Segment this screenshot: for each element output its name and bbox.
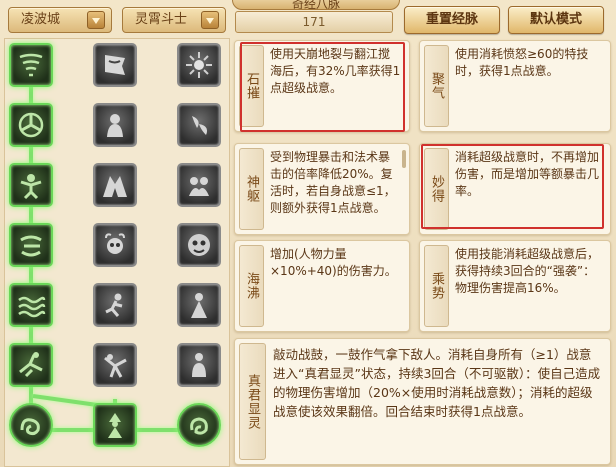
card-name: 妙得 xyxy=(424,148,449,230)
skull-icon[interactable] xyxy=(93,223,137,267)
card-desc: 使用消耗愤怒≥60的特技时，获得1点战意。 xyxy=(455,47,589,78)
tornado-icon[interactable] xyxy=(9,43,53,87)
flame-drops-icon[interactable] xyxy=(177,103,221,147)
card-haifei[interactable]: 海沸 增加(人物力量×10%+40)的伤害力。 xyxy=(234,240,410,332)
card-desc: 受到物理暴击和法术暴击的倍率降低20%。复活时，若自身战意≤1，则额外获得1点战… xyxy=(270,150,396,215)
dragon-icon[interactable] xyxy=(9,403,53,447)
default-mode-button[interactable]: 默认模式 xyxy=(508,6,604,34)
center-title: 奇经八脉 xyxy=(291,0,340,10)
points-value: 171 xyxy=(302,15,326,29)
warrior-icon[interactable] xyxy=(9,163,53,207)
fallen-warrior-icon[interactable] xyxy=(9,343,53,387)
card-name: 海沸 xyxy=(239,245,264,327)
faction-dropdown-value: 凌波城 xyxy=(21,12,61,27)
points-display: 171 xyxy=(235,11,393,33)
top-bar: 凌波城 灵霄斗士 奇经八脉 171 重置经脉 默认模式 xyxy=(0,0,616,38)
card-desc: 消耗超级战意时，不再增加伤害，而是增加等额暴击几率。 xyxy=(455,150,600,198)
card-name: 真君显灵 xyxy=(239,343,266,460)
card-scrollbar[interactable] xyxy=(402,150,406,168)
runner-icon[interactable] xyxy=(93,283,137,327)
card-shicui[interactable]: 石摧 使用天崩地裂与翻江搅海后，有32%几率获得1点超级战意。 xyxy=(234,40,410,132)
card-juqi[interactable]: 聚气 使用消耗愤怒≥60的特技时，获得1点战意。 xyxy=(419,40,611,132)
demon-face-icon[interactable] xyxy=(177,223,221,267)
robed-figure-icon[interactable] xyxy=(177,283,221,327)
spiral-icon[interactable] xyxy=(9,103,53,147)
faction-dropdown[interactable]: 凌波城 xyxy=(8,7,112,33)
fist-icon[interactable] xyxy=(9,223,53,267)
card-name: 聚气 xyxy=(424,45,449,127)
banner-icon[interactable] xyxy=(93,43,137,87)
card-chengshi[interactable]: 乘势 使用技能消耗超级战意后，获得持续3回合的“强袭”：物理伤害提高16%。 xyxy=(419,240,611,332)
card-desc: 敲动战鼓，一鼓作气拿下敌人。消耗自身所有（≥1）战意进入“真君显灵”状态，持续3… xyxy=(273,347,601,419)
sun-burst-icon[interactable] xyxy=(177,43,221,87)
cave-icon[interactable] xyxy=(93,163,137,207)
sage-icon[interactable] xyxy=(93,403,137,447)
meridian-panel: 凌波城 灵霄斗士 奇经八脉 171 重置经脉 默认模式 石摧 使用天崩地裂与翻江… xyxy=(0,0,616,467)
card-name: 石摧 xyxy=(239,45,264,127)
card-name: 神躯 xyxy=(239,148,264,230)
spirits-icon[interactable] xyxy=(177,163,221,207)
card-desc: 使用技能消耗超级战意后，获得持续3回合的“强袭”：物理伤害提高16%。 xyxy=(455,247,600,295)
chevron-down-icon[interactable] xyxy=(87,11,105,29)
school-dropdown-value: 灵霄斗士 xyxy=(135,12,188,27)
card-miaode[interactable]: 妙得 消耗超级战意时，不再增加伤害，而是增加等额暴击几率。 xyxy=(419,143,611,235)
chevron-down-icon[interactable] xyxy=(201,11,219,29)
beast-icon[interactable] xyxy=(177,403,221,447)
center-title-tab: 奇经八脉 xyxy=(232,0,400,10)
card-zhenjun[interactable]: 真君显灵 敲动战鼓，一鼓作气拿下敌人。消耗自身所有（≥1）战意进入“真君显灵”状… xyxy=(234,338,611,465)
skill-tree xyxy=(4,38,230,467)
card-shenqu[interactable]: 神躯 受到物理暴击和法术暴击的倍率降低20%。复活时，若自身战意≤1，则额外获得… xyxy=(234,143,410,235)
school-dropdown[interactable]: 灵霄斗士 xyxy=(122,7,226,33)
reset-meridian-button[interactable]: 重置经脉 xyxy=(404,6,500,34)
waves-icon[interactable] xyxy=(9,283,53,327)
seated-figure-icon[interactable] xyxy=(177,343,221,387)
figure-icon[interactable] xyxy=(93,103,137,147)
card-desc: 增加(人物力量×10%+40)的伤害力。 xyxy=(270,247,397,278)
fighter-icon[interactable] xyxy=(93,343,137,387)
card-desc: 使用天崩地裂与翻江搅海后，有32%几率获得1点超级战意。 xyxy=(270,47,401,95)
card-name: 乘势 xyxy=(424,245,449,327)
